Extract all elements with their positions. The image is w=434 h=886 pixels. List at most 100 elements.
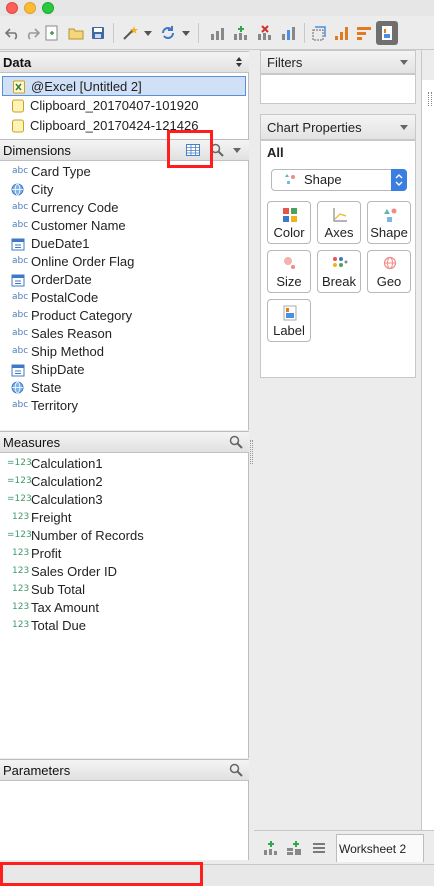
break-button[interactable]: Break	[317, 250, 361, 293]
axes-button[interactable]: Axes	[317, 201, 361, 244]
globe-icon	[383, 256, 397, 270]
size-button[interactable]: Size	[267, 250, 311, 293]
string-type-icon: abc	[12, 220, 29, 230]
filters-panel-header: Filters	[260, 50, 416, 74]
new-document-icon[interactable]	[43, 24, 61, 42]
splitter-handle[interactable]	[428, 92, 432, 106]
chevron-down-icon[interactable]	[400, 125, 408, 130]
string-type-icon: abc	[12, 202, 29, 212]
break-icon	[333, 257, 348, 267]
field-label: Online Order Flag	[31, 254, 135, 269]
parameters-panel-title: Parameters	[3, 763, 71, 778]
dimensions-list: abc Card Type City abc Currency Code abc Custo…	[0, 161, 249, 430]
size-icon	[284, 257, 295, 269]
magic-wand-icon[interactable]	[121, 24, 139, 42]
measure-field[interactable]: =123 Calculation1	[0, 455, 249, 473]
chevron-down-icon[interactable]	[400, 60, 408, 65]
worksheet-canvas[interactable]	[421, 50, 434, 830]
string-type-icon: abc	[12, 166, 29, 176]
number-type-icon: 123	[12, 548, 30, 558]
field-label: Calculation2	[31, 474, 103, 489]
measure-field[interactable]: 123 Freight	[0, 509, 249, 527]
swap-axes-icon[interactable]	[280, 24, 298, 42]
new-worksheet-icon[interactable]	[232, 24, 250, 42]
dimension-field[interactable]: abc Territory	[0, 397, 249, 415]
filters-shelf[interactable]	[260, 74, 416, 104]
dimension-field[interactable]: abc Online Order Flag	[0, 253, 249, 271]
chart-properties-panel: All Shape Color Axes Shape Size Break Ge…	[260, 140, 416, 378]
number-type-icon: 123	[12, 602, 30, 612]
sort-ascending-icon[interactable]	[333, 24, 351, 42]
show-labels-toggle-icon[interactable]	[376, 21, 398, 45]
chevron-down-icon[interactable]	[143, 24, 153, 42]
marks-section-label: All	[267, 145, 284, 160]
sheet-list-icon[interactable]	[312, 842, 326, 854]
group-icon[interactable]	[311, 24, 329, 42]
dimension-field[interactable]: abc Customer Name	[0, 217, 249, 235]
field-label: Calculation1	[31, 456, 103, 471]
measure-field[interactable]: =123 Calculation2	[0, 473, 249, 491]
splitter-handle[interactable]	[250, 440, 253, 464]
dimension-field[interactable]: abc Sales Reason	[0, 325, 249, 343]
label-button[interactable]: Label	[267, 299, 311, 342]
dimension-field[interactable]: City	[0, 181, 249, 199]
mark-type-value: Shape	[304, 172, 342, 187]
geo-button[interactable]: Geo	[367, 250, 411, 293]
mark-type-select[interactable]: Shape	[271, 169, 407, 191]
dimension-field[interactable]: abc Currency Code	[0, 199, 249, 217]
measure-field[interactable]: 123 Tax Amount	[0, 599, 249, 617]
field-label: Sales Reason	[31, 326, 112, 341]
dimension-field[interactable]: OrderDate	[0, 271, 249, 289]
data-panel-title: Data	[3, 55, 32, 70]
shape-button[interactable]: Shape	[367, 201, 411, 244]
data-source-item[interactable]: @Excel [Untitled 2]	[2, 76, 246, 96]
chevron-down-icon[interactable]	[181, 24, 191, 42]
dimension-field[interactable]: abc Ship Method	[0, 343, 249, 361]
label-icon	[283, 305, 297, 321]
measure-field[interactable]: 123 Sales Order ID	[0, 563, 249, 581]
redo-icon[interactable]	[23, 24, 41, 42]
number-type-icon: 123	[12, 566, 30, 576]
worksheet-tab[interactable]: Worksheet 2	[336, 834, 424, 862]
chevron-down-icon[interactable]	[233, 148, 241, 153]
save-icon[interactable]	[89, 24, 107, 42]
search-icon[interactable]	[229, 763, 243, 777]
clear-sheet-icon[interactable]	[256, 24, 274, 42]
shape-mark-icon	[285, 174, 295, 184]
measure-field[interactable]: =123 Number of Records	[0, 527, 249, 545]
open-folder-icon[interactable]	[67, 24, 85, 42]
string-type-icon: abc	[12, 346, 29, 356]
toolbar	[0, 16, 434, 50]
measure-field[interactable]: 123 Profit	[0, 545, 249, 563]
measure-field[interactable]: 123 Total Due	[0, 617, 249, 635]
dimension-field[interactable]: ShipDate	[0, 361, 249, 379]
color-button[interactable]: Color	[267, 201, 311, 244]
dimensions-panel-title: Dimensions	[3, 143, 71, 158]
string-type-icon: abc	[12, 292, 29, 302]
data-source-item[interactable]: Clipboard_20170407-101920	[0, 96, 249, 116]
updown-arrows-icon[interactable]	[235, 56, 243, 68]
undo-icon[interactable]	[4, 24, 22, 42]
measure-field[interactable]: 123 Sub Total	[0, 581, 249, 599]
field-label: Number of Records	[31, 528, 144, 543]
bar-chart-icon[interactable]	[209, 24, 227, 42]
close-window-button[interactable]	[6, 2, 18, 14]
measure-field[interactable]: =123 Calculation3	[0, 491, 249, 509]
minimize-window-button[interactable]	[24, 2, 36, 14]
worksheet-tab-label: Worksheet 2	[339, 842, 407, 856]
field-label: State	[31, 380, 62, 395]
sort-descending-icon[interactable]	[355, 24, 373, 42]
new-dashboard-icon[interactable]	[286, 840, 302, 856]
dimension-field[interactable]: abc Product Category	[0, 307, 249, 325]
calendar-icon	[11, 238, 25, 251]
new-worksheet-icon[interactable]	[262, 840, 278, 856]
field-label: OrderDate	[31, 272, 92, 287]
search-icon[interactable]	[229, 435, 243, 449]
zoom-window-button[interactable]	[42, 2, 54, 14]
color-icon	[283, 208, 297, 222]
dimension-field[interactable]: abc PostalCode	[0, 289, 249, 307]
dimension-field[interactable]: DueDate1	[0, 235, 249, 253]
refresh-icon[interactable]	[159, 24, 177, 42]
dimension-field[interactable]: State	[0, 379, 249, 397]
field-label: Card Type	[31, 164, 91, 179]
